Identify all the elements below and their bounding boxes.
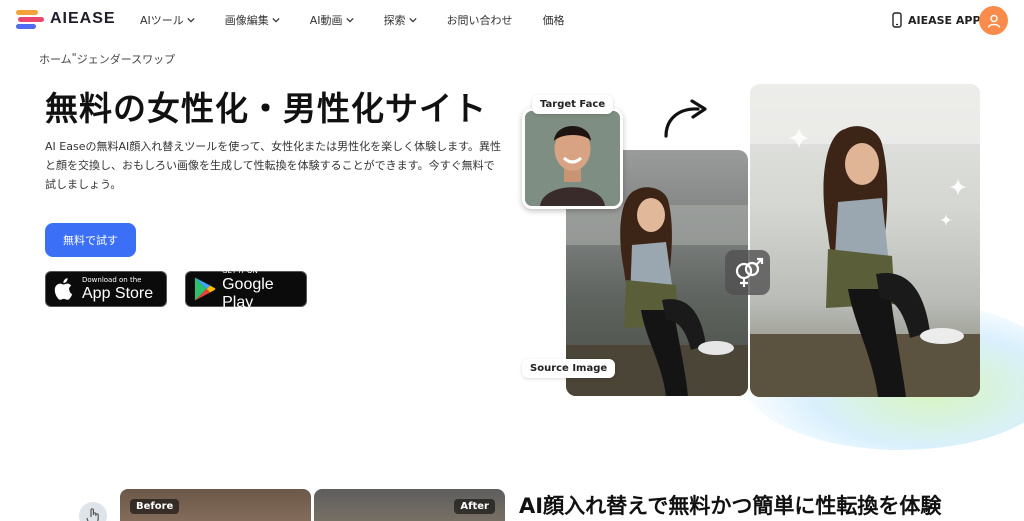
result-image [750,84,980,397]
chevron-down-icon [187,17,195,23]
source-image-label: Source Image [522,359,616,378]
app-store-small-text: Download on the [82,275,142,284]
sparkle-icon [949,178,967,196]
avatar[interactable] [979,6,1008,35]
sparkle-icon [788,127,810,149]
hand-pointer-icon [86,508,99,521]
nav-item-explore[interactable]: 探索 [384,12,417,28]
breadcrumb-home[interactable]: ホーム [39,51,72,67]
user-icon [987,14,1000,28]
try-free-button[interactable]: 無料で試す [45,223,136,257]
google-play-small-text: GET IT ON [222,266,258,275]
nav-item-pricing[interactable]: 価格 [543,12,565,28]
nav-item-contact[interactable]: お問い合わせ [447,12,513,28]
logo[interactable]: AIEASE [16,9,116,29]
result-person-illustration [750,84,980,397]
nav-menu: AIツール 画像編集 AI動画 探索 お問い合わせ 価格 [140,12,565,28]
google-play-big-text: Google Play [222,275,274,311]
gender-swap-icon [735,257,763,287]
top-nav: AIEASE AIツール 画像編集 AI動画 探索 お問い合わせ 価格 AIEA… [0,0,1024,42]
nav-item-ai-tools[interactable]: AIツール [140,12,195,28]
hero-description: AI Easeの無料AI顔入れ替えツールを使って、女性化または男性化を楽しく体験… [45,140,502,191]
chevron-down-icon [408,17,417,23]
target-face-image [522,108,623,209]
page-title: 無料の女性化・男性化サイト [45,89,487,128]
drag-hint [79,502,107,521]
before-image: Before [120,489,311,521]
before-label: Before [130,499,180,514]
app-store-big-text: App Store [82,284,154,302]
breadcrumb: ホーム " ジェンダースワップ [39,51,175,67]
after-label: After [454,499,495,514]
google-play-icon [194,277,216,301]
gender-swap-button[interactable] [725,250,770,295]
curved-arrow-icon [664,99,707,138]
app-store-badge[interactable]: Download on the App Store [45,271,167,307]
target-face-illustration [525,111,620,206]
phone-icon [892,12,902,28]
logo-mark-icon [16,9,44,29]
breadcrumb-current: ジェンダースワップ [76,53,176,66]
nav-item-image-edit[interactable]: 画像編集 [225,12,280,28]
chevron-down-icon [272,17,280,23]
logo-text: AIEASE [50,10,116,27]
section-title: AI顔入れ替えで無料かつ簡単に性転換を体験 [519,494,942,518]
apple-icon [54,278,73,300]
google-play-badge[interactable]: GET IT ON Google Play [185,267,307,311]
app-download-link[interactable]: AIEASE APP [892,12,981,28]
nav-item-ai-video[interactable]: AI動画 [310,12,354,28]
sparkle-icon [940,214,952,226]
after-image: After [314,489,505,521]
target-face-label: Target Face [532,95,614,114]
chevron-down-icon [345,17,354,23]
